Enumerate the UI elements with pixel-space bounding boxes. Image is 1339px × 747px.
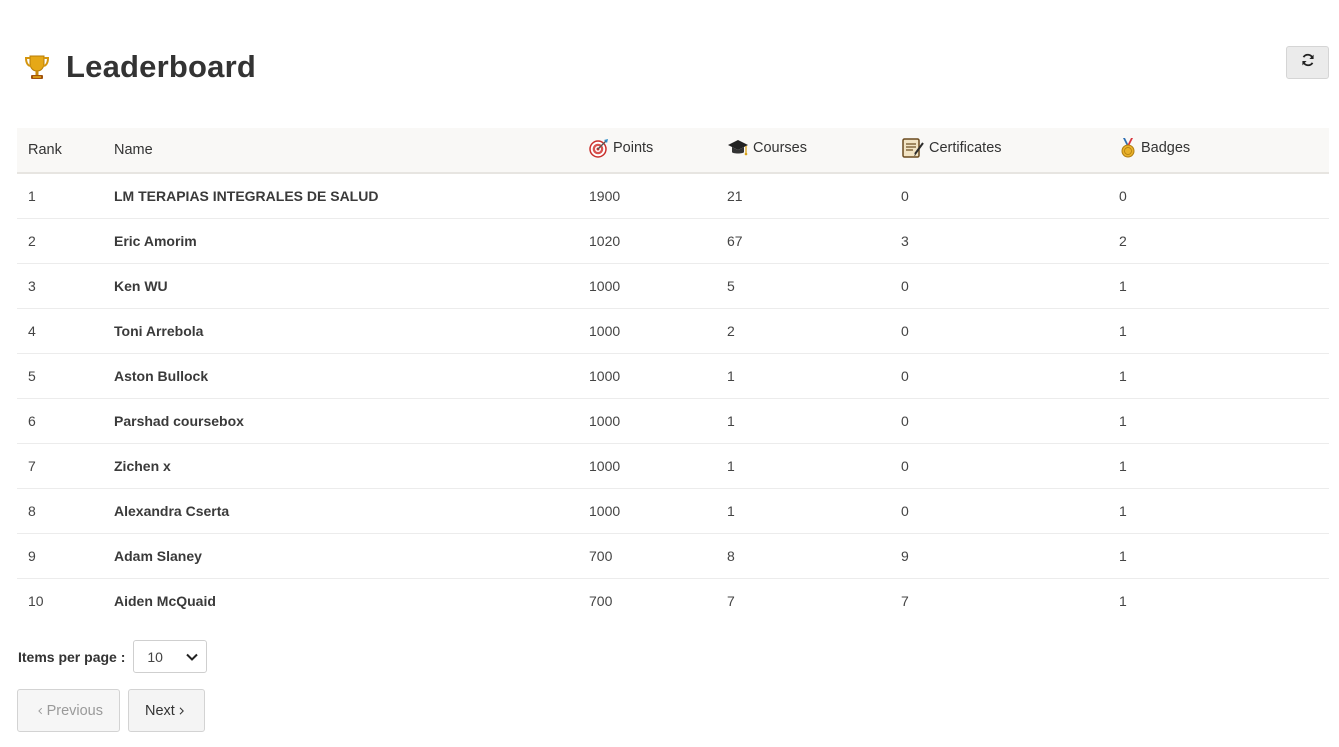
next-button[interactable]: Next (128, 689, 205, 732)
table-header-row: Rank Name Points Courses Certificates Ba… (17, 128, 1329, 173)
cell-courses: 1 (727, 457, 735, 474)
cell-name: Aiden McQuaid (114, 592, 216, 609)
cell-name: Toni Arrebola (114, 322, 204, 339)
cell-certificates: 0 (901, 457, 909, 474)
table-row: 8 Alexandra Cserta 1000 1 0 1 (17, 488, 1329, 533)
refresh-icon (1301, 53, 1315, 72)
cell-points: 1900 (589, 187, 621, 204)
cell-name: Adam Slaney (114, 547, 202, 564)
items-per-page-value: 10 (147, 648, 163, 665)
page-header: Leaderboard (24, 44, 256, 90)
table-row: 7 Zichen x 1000 1 0 1 (17, 443, 1329, 488)
column-header-rank[interactable]: Rank (17, 128, 103, 173)
cell-rank: 10 (28, 592, 44, 609)
column-header-badges[interactable]: Badges (1105, 128, 1329, 173)
column-header-certificates[interactable]: Certificates (886, 128, 1105, 173)
items-per-page-select[interactable]: 10 (133, 640, 208, 673)
cell-certificates: 0 (901, 367, 909, 384)
cell-name: Parshad coursebox (114, 412, 244, 429)
page-title: Leaderboard (66, 49, 256, 84)
table-row: 4 Toni Arrebola 1000 2 0 1 (17, 308, 1329, 353)
cell-points: 1000 (589, 322, 621, 339)
leaderboard-table: Rank Name Points Courses Certificates Ba… (17, 128, 1329, 623)
table-row: 5 Aston Bullock 1000 1 0 1 (17, 353, 1329, 398)
cell-badges: 1 (1119, 367, 1127, 384)
cell-badges: 1 (1119, 592, 1127, 609)
cell-courses: 7 (727, 592, 735, 609)
table-row: 2 Eric Amorim 1020 67 3 2 (17, 218, 1329, 263)
cell-certificates: 9 (901, 547, 909, 564)
cell-points: 1000 (589, 502, 621, 519)
cell-name: Aston Bullock (114, 367, 209, 384)
cell-courses: 2 (727, 322, 735, 339)
cell-certificates: 0 (901, 502, 909, 519)
cell-courses: 67 (727, 232, 743, 249)
cell-badges: 1 (1119, 457, 1127, 474)
previous-button[interactable]: Previous (17, 689, 120, 732)
cell-name: Zichen x (114, 457, 171, 474)
cell-rank: 6 (28, 412, 36, 429)
column-header-courses[interactable]: Courses (717, 128, 886, 173)
refresh-button[interactable] (1286, 46, 1329, 79)
cell-courses: 21 (727, 187, 743, 204)
cell-badges: 1 (1119, 502, 1127, 519)
table-row: 1 LM TERAPIAS INTEGRALES DE SALUD 1900 21 0 0 (17, 173, 1329, 218)
target-icon (589, 139, 608, 158)
items-per-page: Items per page : 10 (18, 640, 208, 673)
cell-rank: 7 (28, 457, 36, 474)
medal-icon (1121, 138, 1135, 158)
cell-badges: 2 (1119, 232, 1127, 249)
table-row: 6 Parshad coursebox 1000 1 0 1 (17, 398, 1329, 443)
cell-name: Alexandra Cserta (114, 502, 230, 519)
cell-courses: 1 (727, 367, 735, 384)
cell-rank: 8 (28, 502, 36, 519)
cell-points: 1000 (589, 367, 621, 384)
cell-certificates: 3 (901, 232, 909, 249)
cell-rank: 2 (28, 232, 36, 249)
cell-certificates: 0 (901, 277, 909, 294)
items-per-page-label: Items per page : (18, 648, 126, 665)
table-row: 3 Ken WU 1000 5 0 1 (17, 263, 1329, 308)
cell-badges: 1 (1119, 277, 1127, 294)
cell-rank: 5 (28, 367, 36, 384)
cell-name: LM TERAPIAS INTEGRALES DE SALUD (114, 187, 379, 204)
cell-rank: 3 (28, 277, 36, 294)
cell-certificates: 0 (901, 412, 909, 429)
cell-courses: 5 (727, 277, 735, 294)
cell-points: 1000 (589, 457, 621, 474)
trophy-icon (24, 53, 50, 81)
cell-name: Eric Amorim (114, 232, 197, 249)
cell-certificates: 0 (901, 322, 909, 339)
cell-courses: 8 (727, 547, 735, 564)
cell-points: 1000 (589, 277, 621, 294)
certificate-icon (902, 138, 924, 158)
cell-badges: 0 (1119, 187, 1127, 204)
cell-badges: 1 (1119, 547, 1127, 564)
cell-courses: 1 (727, 502, 735, 519)
cell-points: 700 (589, 592, 613, 609)
cell-rank: 1 (28, 187, 36, 204)
cell-name: Ken WU (114, 277, 168, 294)
cell-certificates: 7 (901, 592, 909, 609)
cell-badges: 1 (1119, 322, 1127, 339)
cell-courses: 1 (727, 412, 735, 429)
cell-badges: 1 (1119, 412, 1127, 429)
pagination: Previous Next (17, 689, 213, 732)
cell-points: 1000 (589, 412, 621, 429)
cell-points: 1020 (589, 232, 621, 249)
cell-rank: 9 (28, 547, 36, 564)
cell-certificates: 0 (901, 187, 909, 204)
cell-points: 700 (589, 547, 613, 564)
chevron-right-icon (179, 706, 184, 715)
cell-rank: 4 (28, 322, 36, 339)
column-header-name[interactable]: Name (103, 128, 571, 173)
chevron-down-icon (186, 653, 199, 661)
table-row: 9 Adam Slaney 700 8 9 1 (17, 533, 1329, 578)
graduation-cap-icon (728, 140, 748, 156)
column-header-points[interactable]: Points (571, 128, 717, 173)
chevron-left-icon (38, 707, 43, 714)
table-row: 10 Aiden McQuaid 700 7 7 1 (17, 578, 1329, 623)
